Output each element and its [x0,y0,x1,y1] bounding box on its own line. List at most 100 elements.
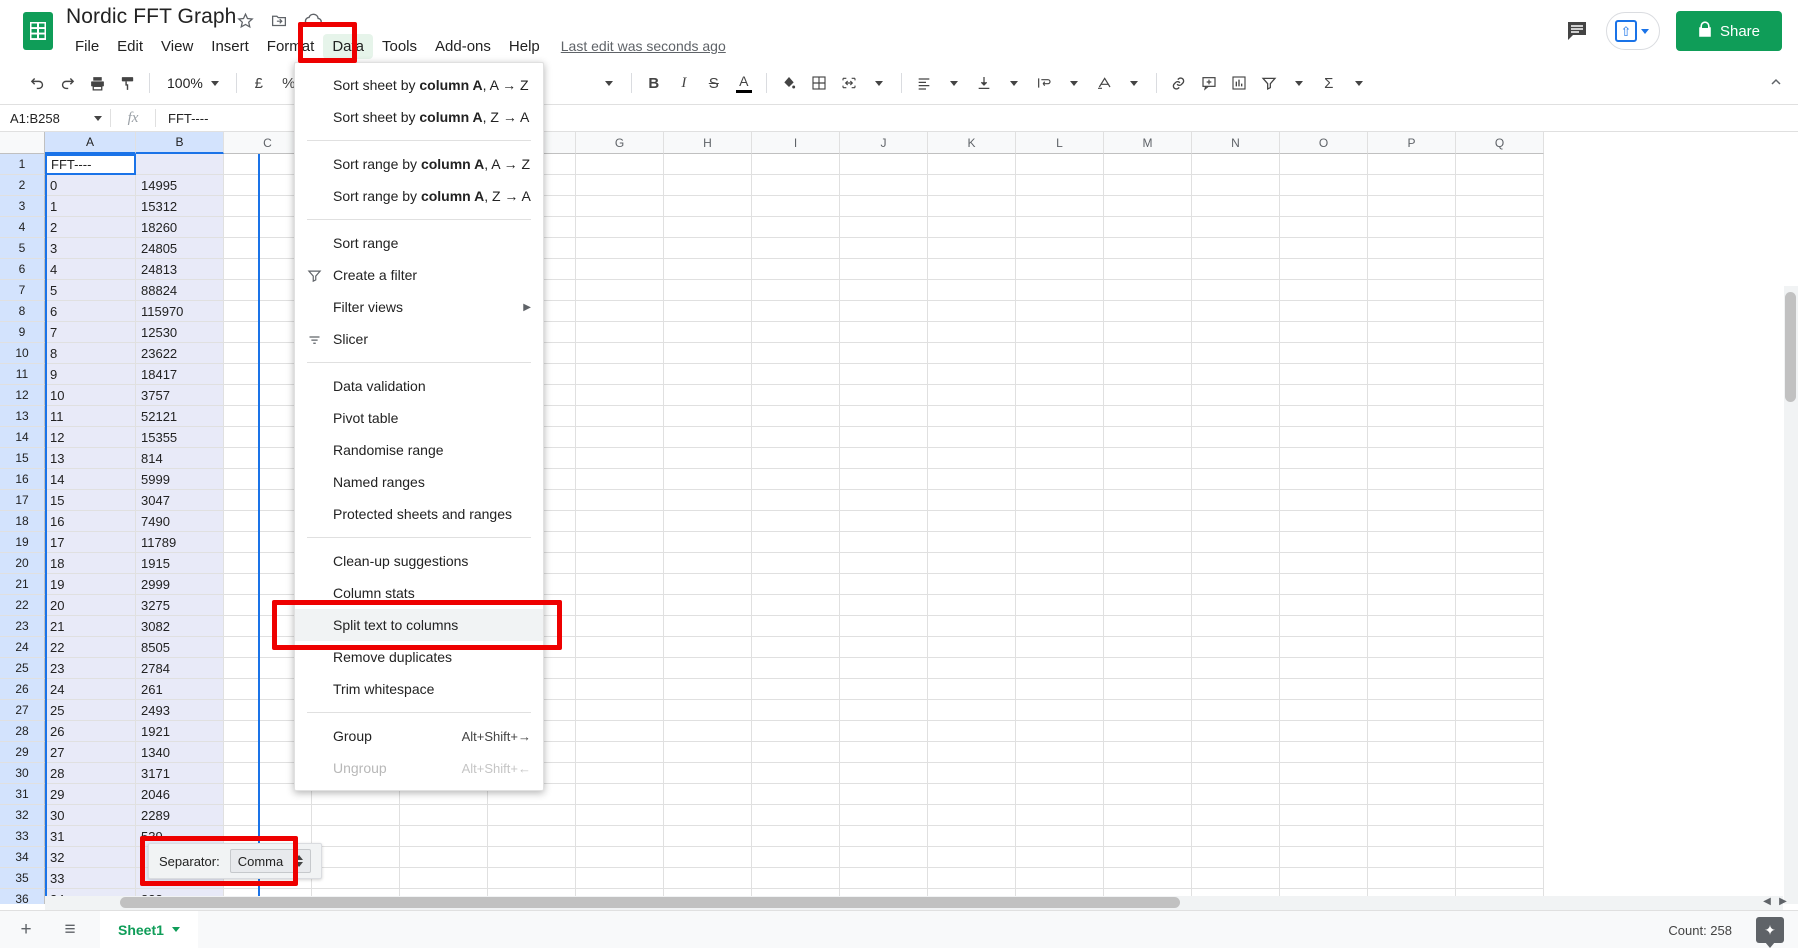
cell-L7[interactable] [1016,280,1104,301]
cell-J30[interactable] [840,763,928,784]
cell-J27[interactable] [840,700,928,721]
cell-J10[interactable] [840,343,928,364]
cell-O18[interactable] [1280,511,1368,532]
cell-H26[interactable] [664,679,752,700]
cell-K12[interactable] [928,385,1016,406]
menu-option-sort-sheet-by-column-a-z-a[interactable]: Sort sheet by column A, Z → A [295,101,543,133]
cell-G2[interactable] [576,175,664,196]
cell-N11[interactable] [1192,364,1280,385]
cell-K3[interactable] [928,196,1016,217]
cell-G30[interactable] [576,763,664,784]
text-rotation-icon[interactable] [1089,68,1119,98]
cell-I13[interactable] [752,406,840,427]
cell-M4[interactable] [1104,217,1192,238]
cell-O3[interactable] [1280,196,1368,217]
cell-Q21[interactable] [1456,574,1544,595]
cell-H16[interactable] [664,469,752,490]
insert-comment-icon[interactable] [1194,68,1224,98]
cell-H14[interactable] [664,427,752,448]
cell-O25[interactable] [1280,658,1368,679]
cell-J9[interactable] [840,322,928,343]
cell-I26[interactable] [752,679,840,700]
cell-O19[interactable] [1280,532,1368,553]
cell-L5[interactable] [1016,238,1104,259]
comment-history-icon[interactable] [1564,18,1590,44]
row-header-14[interactable]: 14 [0,427,45,448]
cell-I8[interactable] [752,301,840,322]
cell-G27[interactable] [576,700,664,721]
cell-P3[interactable] [1368,196,1456,217]
cell-F34[interactable] [488,847,576,868]
cell-P30[interactable] [1368,763,1456,784]
cell-O20[interactable] [1280,553,1368,574]
cell-A26[interactable]: 24 [45,679,136,700]
menu-item-insert[interactable]: Insert [202,34,258,59]
cell-N24[interactable] [1192,637,1280,658]
scroll-right-arrow[interactable]: ▶ [1776,896,1790,907]
cell-Q2[interactable] [1456,175,1544,196]
cell-B15[interactable]: 814 [136,448,224,469]
cell-N28[interactable] [1192,721,1280,742]
cell-B8[interactable]: 115970 [136,301,224,322]
row-header-28[interactable]: 28 [0,721,45,742]
cell-Q8[interactable] [1456,301,1544,322]
cell-I16[interactable] [752,469,840,490]
cell-H18[interactable] [664,511,752,532]
cell-A27[interactable]: 25 [45,700,136,721]
cell-L4[interactable] [1016,217,1104,238]
cell-O26[interactable] [1280,679,1368,700]
cell-M9[interactable] [1104,322,1192,343]
cell-G35[interactable] [576,868,664,889]
cell-I21[interactable] [752,574,840,595]
cell-N13[interactable] [1192,406,1280,427]
cell-I15[interactable] [752,448,840,469]
cell-L24[interactable] [1016,637,1104,658]
cell-K27[interactable] [928,700,1016,721]
cell-I10[interactable] [752,343,840,364]
cell-A35[interactable]: 33 [45,868,136,889]
separator-select[interactable]: Comma [229,849,312,873]
cell-O10[interactable] [1280,343,1368,364]
cell-O21[interactable] [1280,574,1368,595]
cell-P25[interactable] [1368,658,1456,679]
cell-P14[interactable] [1368,427,1456,448]
cell-L33[interactable] [1016,826,1104,847]
cell-Q14[interactable] [1456,427,1544,448]
cell-H29[interactable] [664,742,752,763]
menu-option-sort-range[interactable]: Sort range [295,227,543,259]
cell-O31[interactable] [1280,784,1368,805]
cell-L30[interactable] [1016,763,1104,784]
column-header-i[interactable]: I [752,132,840,154]
cell-G32[interactable] [576,805,664,826]
cell-B3[interactable]: 15312 [136,196,224,217]
cell-I29[interactable] [752,742,840,763]
cell-O29[interactable] [1280,742,1368,763]
cell-O6[interactable] [1280,259,1368,280]
cell-Q19[interactable] [1456,532,1544,553]
cell-M22[interactable] [1104,595,1192,616]
cell-P23[interactable] [1368,616,1456,637]
cell-L23[interactable] [1016,616,1104,637]
row-header-11[interactable]: 11 [0,364,45,385]
italic-button[interactable]: I [669,68,699,98]
cell-K28[interactable] [928,721,1016,742]
cell-H24[interactable] [664,637,752,658]
cell-G4[interactable] [576,217,664,238]
menu-option-data-validation[interactable]: Data validation [295,370,543,402]
cell-Q15[interactable] [1456,448,1544,469]
cell-I25[interactable] [752,658,840,679]
cell-K30[interactable] [928,763,1016,784]
cell-A15[interactable]: 13 [45,448,136,469]
all-sheets-button[interactable]: ≡ [52,912,88,948]
cell-H35[interactable] [664,868,752,889]
cell-O27[interactable] [1280,700,1368,721]
row-header-35[interactable]: 35 [0,868,45,889]
cell-B28[interactable]: 1921 [136,721,224,742]
text-wrap-icon[interactable] [1029,68,1059,98]
menu-option-slicer[interactable]: Slicer [295,323,543,355]
cell-J19[interactable] [840,532,928,553]
cell-M20[interactable] [1104,553,1192,574]
cell-I7[interactable] [752,280,840,301]
cell-B9[interactable]: 12530 [136,322,224,343]
row-header-24[interactable]: 24 [0,637,45,658]
